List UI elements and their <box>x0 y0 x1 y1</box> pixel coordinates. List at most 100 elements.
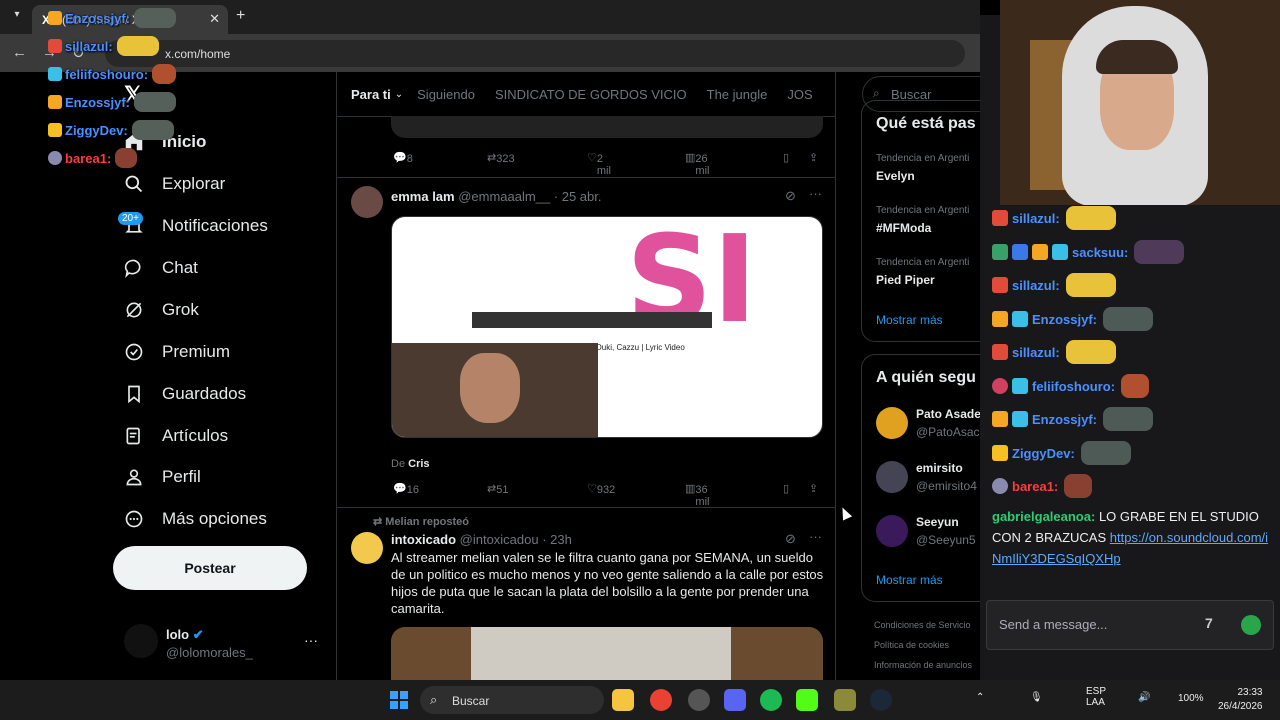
nav-bookmarks[interactable]: Guardados <box>122 376 246 412</box>
back-icon[interactable]: ← <box>12 44 27 61</box>
overlay-chat-line: feliifoshouro: <box>48 64 177 84</box>
footer-terms-link[interactable]: Condiciones de Servicio <box>874 620 971 630</box>
chat-message: sacksuu: <box>992 240 1185 264</box>
follow-name[interactable]: Pato Asade <box>916 407 981 421</box>
nav-chat[interactable]: Chat <box>122 250 198 286</box>
nav-more[interactable]: Más opciones <box>122 501 267 537</box>
bookmark-icon[interactable]: ▯ <box>783 151 789 164</box>
follow-handle: @Seeyun5 <box>916 533 976 547</box>
emote-icon <box>131 120 174 140</box>
new-tab-icon[interactable]: + <box>236 7 245 25</box>
nav-articles[interactable]: Artículos <box>122 418 228 454</box>
nav-premium[interactable]: Premium <box>122 334 230 370</box>
divider <box>337 507 835 508</box>
show-more-link[interactable]: Mostrar más <box>876 313 943 327</box>
windows-start-icon[interactable] <box>390 691 408 709</box>
repost-button[interactable]: ⇄ 51 <box>487 482 508 496</box>
avatar[interactable] <box>351 532 383 564</box>
clock[interactable]: 23:33 26/4/2026 <box>1218 686 1263 714</box>
show-more-link[interactable]: Mostrar más <box>876 573 943 587</box>
spotify-icon[interactable] <box>760 689 782 711</box>
file-explorer-icon[interactable] <box>612 689 634 711</box>
kick-icon[interactable] <box>796 689 818 711</box>
nav-explore-label: Explorar <box>162 174 226 193</box>
overlay-chat-line: barea1: <box>48 148 138 168</box>
tray-chevron-icon[interactable]: ⌃ <box>976 692 984 703</box>
tab-list-sindicato[interactable]: SINDICATO DE GORDOS VICIO <box>495 87 687 102</box>
tweet-author[interactable]: intoxicado @intoxicadou · 23h <box>391 532 572 547</box>
tab-list-jos[interactable]: JOS <box>787 87 812 102</box>
nav-explore[interactable]: Explorar <box>122 166 225 202</box>
footer-cookies-link[interactable]: Política de cookies <box>874 640 949 650</box>
views-button[interactable]: ▥ 36 mil <box>685 482 709 508</box>
tab-list-jungle[interactable]: The jungle <box>707 87 768 102</box>
nav-notifications[interactable]: 20+ Notificaciones <box>118 208 268 244</box>
reply-button[interactable]: 💬 8 <box>393 151 413 165</box>
close-icon[interactable]: ✕ <box>209 11 220 27</box>
share-icon[interactable]: ⇪ <box>809 482 818 495</box>
follow-name[interactable]: Seeyun <box>916 515 959 529</box>
avatar[interactable] <box>876 407 908 439</box>
discord-icon[interactable] <box>724 689 746 711</box>
chevron-down-icon[interactable]: ⌄ <box>395 89 403 100</box>
avatar[interactable] <box>876 515 908 547</box>
footer-ads-link[interactable]: Información de anuncios <box>874 660 972 670</box>
chat-message: barea1: <box>992 474 1093 498</box>
follow-name[interactable]: emirsito <box>916 461 963 475</box>
nav-articles-label: Artículos <box>162 426 229 445</box>
reply-button[interactable]: 💬 16 <box>393 482 419 496</box>
share-icon[interactable]: ⇪ <box>809 151 818 164</box>
tab-for-you[interactable]: Para ti <box>351 87 391 102</box>
nav-profile[interactable]: Perfil <box>122 459 201 495</box>
account-more-icon[interactable]: ··· <box>304 632 318 648</box>
app-icon[interactable] <box>834 689 856 711</box>
avatar[interactable] <box>876 461 908 493</box>
chat-input[interactable]: Send a message... 7 <box>986 600 1274 650</box>
emote-picker-icon[interactable] <box>1241 615 1261 635</box>
badge-icon <box>1012 378 1028 394</box>
taskbar-search[interactable]: ⌕ Buscar <box>420 686 604 714</box>
timeline-tabs: Para ti ⌄ Siguiendo SINDICATO DE GORDOS … <box>337 72 835 116</box>
nav-chat-label: Chat <box>162 258 198 277</box>
views-button[interactable]: ▥ 26 mil <box>685 151 709 177</box>
avatar[interactable] <box>351 186 383 218</box>
badge-icon <box>992 210 1008 226</box>
tab-search-icon[interactable]: ▾ <box>8 9 26 25</box>
chat-message: Enzossjyf: <box>992 307 1154 331</box>
obs-icon[interactable] <box>688 689 710 711</box>
language-indicator[interactable]: ESP LAA <box>1086 686 1106 708</box>
steam-icon[interactable] <box>870 689 892 711</box>
overlay-chat-line: Enzossjyf: <box>48 8 177 28</box>
address-bar[interactable]: x.com/home <box>105 40 965 67</box>
chrome-icon[interactable] <box>650 689 672 711</box>
tweet-media[interactable] <box>391 116 823 138</box>
badge-icon <box>992 344 1008 360</box>
volume-icon[interactable]: 🔊 <box>1138 692 1150 703</box>
tweet-photo[interactable] <box>391 627 823 680</box>
trends-title: Qué está pas <box>876 115 976 132</box>
bookmark-icon[interactable]: ▯ <box>783 482 789 495</box>
badge-icon <box>992 311 1008 327</box>
nav-grok[interactable]: Grok <box>122 292 199 328</box>
like-button[interactable]: ♡ 932 <box>587 482 615 496</box>
7tv-icon[interactable]: 7 <box>1205 615 1213 631</box>
grok-icon[interactable]: ⊘ <box>785 188 796 204</box>
post-button[interactable]: Postear <box>113 546 307 590</box>
more-icon[interactable]: ··· <box>809 186 822 201</box>
tab-following[interactable]: Siguiendo <box>417 87 475 102</box>
badge-icon <box>48 67 62 81</box>
emote-icon <box>116 36 159 56</box>
grok-icon[interactable]: ⊘ <box>785 531 796 547</box>
tweet-video[interactable]: SI Duki, Cazzu | Lyric Video <box>391 216 823 438</box>
trend-name[interactable]: #MFModa <box>876 221 931 235</box>
tweet-author[interactable]: emma lam @emmaaalm__ · 25 abr. <box>391 189 601 204</box>
trend-name[interactable]: Pied Piper <box>876 273 935 287</box>
more-icon[interactable]: ··· <box>809 529 822 544</box>
battery-level[interactable]: 100% <box>1178 693 1204 704</box>
bell-icon: 20+ <box>118 212 146 238</box>
trend-name[interactable]: Evelyn <box>876 169 915 183</box>
repost-button[interactable]: ⇄ 323 <box>487 151 515 165</box>
chat-bubble-icon <box>122 256 146 280</box>
mic-icon[interactable]: 🎙 <box>1030 692 1043 703</box>
like-button[interactable]: ♡ 2 mil <box>587 151 611 177</box>
